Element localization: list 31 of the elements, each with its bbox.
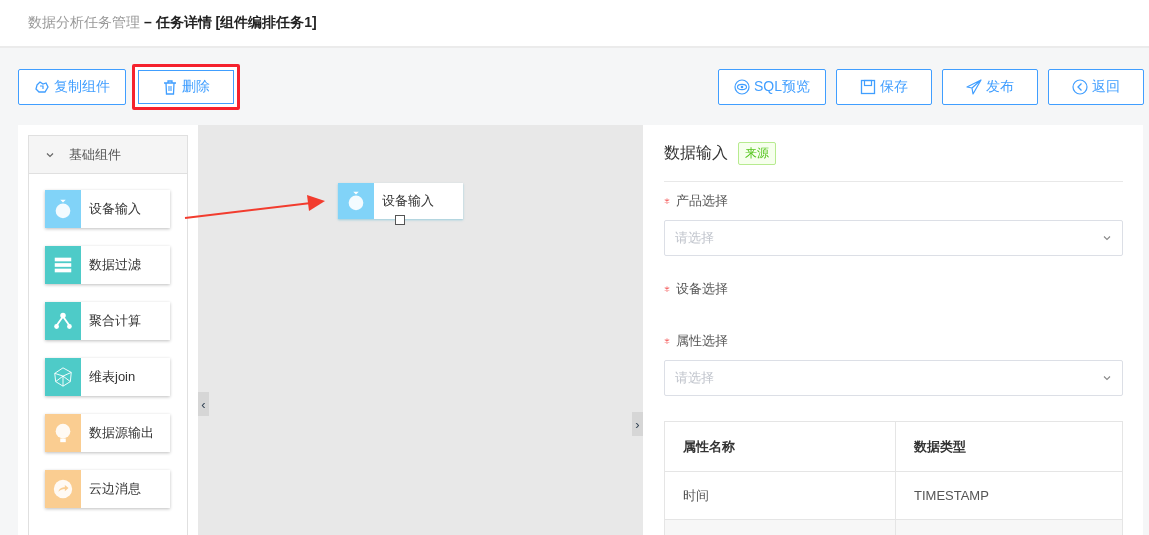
table-cell: TIMESTAMP bbox=[895, 471, 1123, 520]
column-header: 数据类型 bbox=[895, 421, 1123, 472]
forward-icon bbox=[52, 478, 74, 500]
save-icon bbox=[860, 79, 876, 95]
collapse-right-handle[interactable]: › bbox=[632, 412, 643, 436]
dropdown-icon bbox=[1102, 373, 1112, 383]
column-header: 属性名称 bbox=[664, 421, 896, 472]
field-label: 产品选择 bbox=[676, 192, 728, 210]
collapse-left-handle[interactable]: ‹ bbox=[198, 392, 209, 416]
trash-icon bbox=[162, 79, 178, 95]
palette-item[interactable]: 聚合计算 bbox=[45, 302, 170, 340]
palette-item[interactable]: 维表join bbox=[45, 358, 170, 396]
dropdown-icon bbox=[1102, 233, 1112, 243]
send-icon bbox=[966, 79, 982, 95]
palette-group-header[interactable]: 基础组件 bbox=[29, 136, 187, 174]
panel-title: 数据输入 bbox=[664, 142, 728, 163]
field-label: 属性选择 bbox=[676, 332, 728, 350]
nodes-icon bbox=[52, 310, 74, 332]
field-label: 设备选择 bbox=[676, 280, 728, 298]
connection-port[interactable] bbox=[395, 215, 405, 225]
page-title: – 任务详情 [组件编排任务1] bbox=[144, 14, 317, 32]
polyhedron-icon bbox=[52, 366, 74, 388]
palette-item[interactable]: 云边消息 bbox=[45, 470, 170, 508]
palette-item[interactable]: 数据源输出 bbox=[45, 414, 170, 452]
source-tag: 来源 bbox=[738, 141, 776, 165]
back-icon bbox=[1072, 79, 1088, 95]
table-cell: 时间 bbox=[664, 471, 896, 520]
palette-item[interactable]: 设备输入 bbox=[45, 190, 170, 228]
eye-icon bbox=[734, 79, 750, 95]
palette-item[interactable]: 数据过滤 bbox=[45, 246, 170, 284]
flow-node[interactable]: 设备输入 bbox=[338, 183, 463, 219]
